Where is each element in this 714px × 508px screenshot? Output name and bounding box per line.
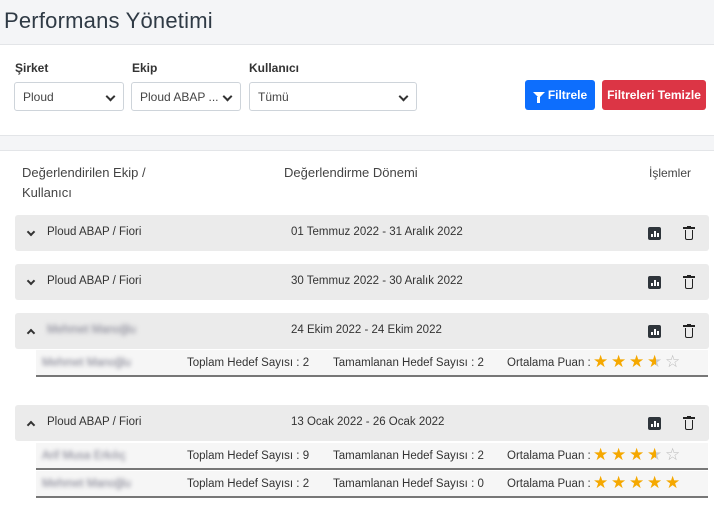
group-name: Ploud ABAP / Fiori (47, 275, 142, 287)
star-filled-icon: ★ (593, 473, 609, 492)
team-select[interactable]: Ploud ABAP ... (131, 82, 241, 111)
group-period: 01 Temmuz 2022 - 31 Aralık 2022 (291, 226, 463, 238)
user-select-value: Tümü (258, 90, 289, 104)
filter-button[interactable]: Filtrele (525, 80, 595, 110)
star-empty-icon: ☆ (665, 445, 681, 464)
filter-button-label: Filtrele (547, 88, 588, 102)
completed-goals: Tamamlanan Hedef Sayısı : 2 (333, 357, 484, 369)
chevron-down-icon[interactable] (26, 227, 36, 237)
star-half-icon: ★ (647, 446, 665, 464)
group-name: Ploud ABAP / Fiori (47, 416, 142, 428)
group-name: Ploud ABAP / Fiori (47, 226, 142, 238)
chevron-up-icon[interactable] (26, 420, 36, 430)
star-filled-icon: ★ (611, 473, 627, 492)
detail-row: Arif Musa Erkılıç Toplam Hedef Sayısı : 9… (36, 443, 708, 470)
filter-panel: Şirket Ekip Kullanıcı Ploud Ploud ABAP .… (0, 44, 714, 136)
trash-icon[interactable] (683, 416, 695, 431)
detail-user-name: Mehmet Manoğlu (42, 478, 131, 490)
star-filled-icon: ★ (647, 473, 663, 492)
group-period: 13 Ocak 2022 - 26 Ocak 2022 (291, 416, 445, 428)
company-select-value: Ploud (23, 90, 54, 104)
team-select-value: Ploud ABAP ... (140, 90, 219, 104)
star-empty-icon: ☆ (665, 352, 681, 371)
star-rating: ★ ★ ★ ★ ★ (593, 474, 683, 492)
chevron-down-icon (222, 91, 233, 102)
star-filled-icon: ★ (665, 473, 681, 492)
star-filled-icon: ★ (611, 352, 627, 371)
group-row[interactable]: Ploud ABAP / Fiori 30 Temmuz 2022 - 30 Ar… (15, 264, 709, 300)
chevron-down-icon (398, 91, 409, 102)
user-select[interactable]: Tümü (249, 82, 417, 111)
filter-icon (532, 92, 545, 103)
group-row[interactable]: Ploud ABAP / Fiori 13 Ocak 2022 - 26 Ocak… (15, 405, 709, 441)
star-filled-icon: ★ (629, 473, 645, 492)
star-filled-icon: ★ (593, 352, 609, 371)
average-score-label: Ortalama Puan : (507, 478, 591, 490)
team-label: Ekip (132, 61, 158, 75)
star-filled-icon: ★ (629, 352, 645, 371)
star-half-icon: ★ (647, 353, 665, 371)
trash-icon[interactable] (683, 275, 695, 290)
group-period: 24 Ekim 2022 - 24 Ekim 2022 (291, 324, 442, 336)
detail-user-name: Mehmet Manoğlu (42, 357, 131, 369)
completed-goals: Tamamlanan Hedef Sayısı : 0 (333, 478, 484, 490)
trash-icon[interactable] (683, 324, 695, 339)
star-rating: ★ ★ ★ ★ ☆ (593, 446, 683, 464)
average-score-label: Ortalama Puan : (507, 450, 591, 462)
bar-chart-icon[interactable] (648, 417, 661, 430)
detail-user-name: Arif Musa Erkılıç (42, 450, 126, 462)
clear-filters-button-label: Filtreleri Temizle (607, 88, 701, 102)
company-label: Şirket (15, 61, 49, 75)
detail-row: Mehmet Manoğlu Toplam Hedef Sayısı : 2 Tam… (36, 471, 708, 498)
header-actions: İşlemler (649, 166, 692, 180)
chevron-up-icon[interactable] (26, 328, 36, 338)
total-goals: Toplam Hedef Sayısı : 2 (187, 357, 310, 369)
header-evaluated: Değerlendirilen Ekip / Kullanıcı (22, 165, 146, 200)
total-goals: Toplam Hedef Sayısı : 9 (187, 450, 310, 462)
average-score-label: Ortalama Puan : (507, 357, 591, 369)
star-filled-icon: ★ (611, 445, 627, 464)
group-row[interactable]: Mehmet Manoğlu 24 Ekim 2022 - 24 Ekim 202… (15, 313, 709, 349)
group-row[interactable]: Ploud ABAP / Fiori 01 Temmuz 2022 - 31 Ar… (15, 215, 709, 251)
group-period: 30 Temmuz 2022 - 30 Aralık 2022 (291, 275, 463, 287)
star-rating: ★ ★ ★ ★ ☆ (593, 353, 683, 371)
completed-goals: Tamamlanan Hedef Sayısı : 2 (333, 450, 484, 462)
clear-filters-button[interactable]: Filtreleri Temizle (602, 80, 706, 110)
chevron-down-icon[interactable] (26, 276, 36, 286)
detail-row: Mehmet Manoğlu Toplam Hedef Sayısı : 2 Tam… (36, 350, 708, 377)
total-goals: Toplam Hedef Sayısı : 2 (187, 478, 310, 490)
bar-chart-icon[interactable] (648, 227, 661, 240)
user-label: Kullanıcı (249, 61, 300, 75)
company-select[interactable]: Ploud (14, 82, 124, 111)
chevron-down-icon (105, 91, 116, 102)
bar-chart-icon[interactable] (648, 276, 661, 289)
trash-icon[interactable] (683, 226, 695, 241)
star-filled-icon: ★ (629, 445, 645, 464)
page-title: Performans Yönetimi (4, 8, 213, 33)
bar-chart-icon[interactable] (648, 325, 661, 338)
group-name: Mehmet Manoğlu (47, 324, 136, 336)
star-filled-icon: ★ (593, 445, 609, 464)
header-period: Değerlendirme Dönemi (284, 165, 418, 180)
